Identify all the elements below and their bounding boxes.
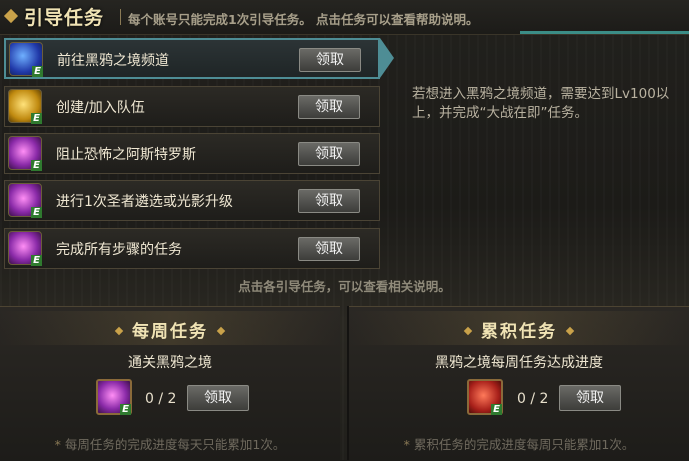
quest-item-4[interactable]: E 进行1次圣者遴选或光影升级 领取 (4, 180, 380, 221)
purple-orb-icon: E (96, 379, 132, 415)
diamond-bullet-icon (463, 326, 473, 336)
purple-orb-icon: E (8, 231, 42, 266)
purple-orb-icon: E (8, 136, 42, 171)
quest-label: 创建/加入队伍 (56, 100, 145, 116)
claim-button[interactable]: 领取 (298, 95, 360, 119)
cumulative-header: 累积任务 (349, 311, 689, 345)
claim-button[interactable]: 领取 (298, 189, 360, 213)
header-divider (120, 9, 121, 25)
diamond-bullet-icon (3, 8, 19, 24)
cumulative-subtitle: 黑鸦之境每周任务达成进度 (435, 355, 603, 371)
weekly-title: 每周任务 (132, 322, 208, 342)
claim-button[interactable]: 领取 (298, 237, 360, 261)
cumulative-note: * 累积任务的完成进度每周只能累加1次。 (403, 437, 635, 452)
weekly-note: * 每周任务的完成进度每天只能累加1次。 (54, 437, 286, 452)
cumulative-claim-button[interactable]: 领取 (559, 385, 621, 411)
quest-item-1[interactable]: E 前往黑鸦之境频道 领取 (4, 38, 380, 79)
quest-label: 进行1次圣者遴选或光影升级 (56, 194, 233, 210)
cumulative-title: 累积任务 (481, 322, 557, 342)
diamond-bullet-icon (114, 326, 124, 336)
quest-label: 完成所有步骤的任务 (56, 242, 182, 258)
header-bar: 引导任务 每个账号只能完成1次引导任务。 点击任务可以查看帮助说明。 (0, 0, 689, 35)
claim-button[interactable]: 领取 (298, 142, 360, 166)
header-description: 每个账号只能完成1次引导任务。 点击任务可以查看帮助说明。 (128, 12, 479, 27)
red-box-icon: E (467, 379, 503, 415)
purple-orb-icon: E (8, 183, 42, 218)
weekly-subtitle: 通关黑鸦之境 (128, 355, 212, 371)
quest-help-text: 若想进入黑鸦之境频道，需要达到Lv100以上，并完成“大战在即”任务。 (412, 86, 670, 121)
page-title: 引导任务 (24, 7, 105, 29)
quest-label: 阻止恐怖之阿斯特罗斯 (56, 147, 196, 163)
blue-box-icon: E (9, 42, 43, 77)
gold-coin-icon: E (8, 89, 42, 124)
diamond-bullet-icon (565, 326, 575, 336)
cumulative-progress: 0 / 2 (517, 391, 549, 407)
hint-text: 点击各引导任务，可以查看相关说明。 (238, 279, 451, 294)
weekly-header: 每周任务 (0, 311, 340, 345)
diamond-bullet-icon (216, 326, 226, 336)
quest-item-5[interactable]: E 完成所有步骤的任务 领取 (4, 228, 380, 269)
claim-button[interactable]: 领取 (299, 48, 361, 72)
selection-arrow-icon (380, 38, 394, 78)
weekly-claim-button[interactable]: 领取 (187, 385, 249, 411)
cumulative-panel: 累积任务 黑鸦之境每周任务达成进度 E 0 / 2 领取 * 累积任务的完成进度每… (349, 306, 689, 461)
quest-item-3[interactable]: E 阻止恐怖之阿斯特罗斯 领取 (4, 133, 380, 174)
quest-label: 前往黑鸦之境频道 (57, 53, 169, 69)
quest-item-2[interactable]: E 创建/加入队伍 领取 (4, 86, 380, 127)
header-accent-line (520, 31, 689, 34)
weekly-progress: 0 / 2 (145, 391, 177, 407)
weekly-panel: 每周任务 通关黑鸦之境 E 0 / 2 领取 * 每周任务的完成进度每天只能累加1… (0, 306, 340, 461)
